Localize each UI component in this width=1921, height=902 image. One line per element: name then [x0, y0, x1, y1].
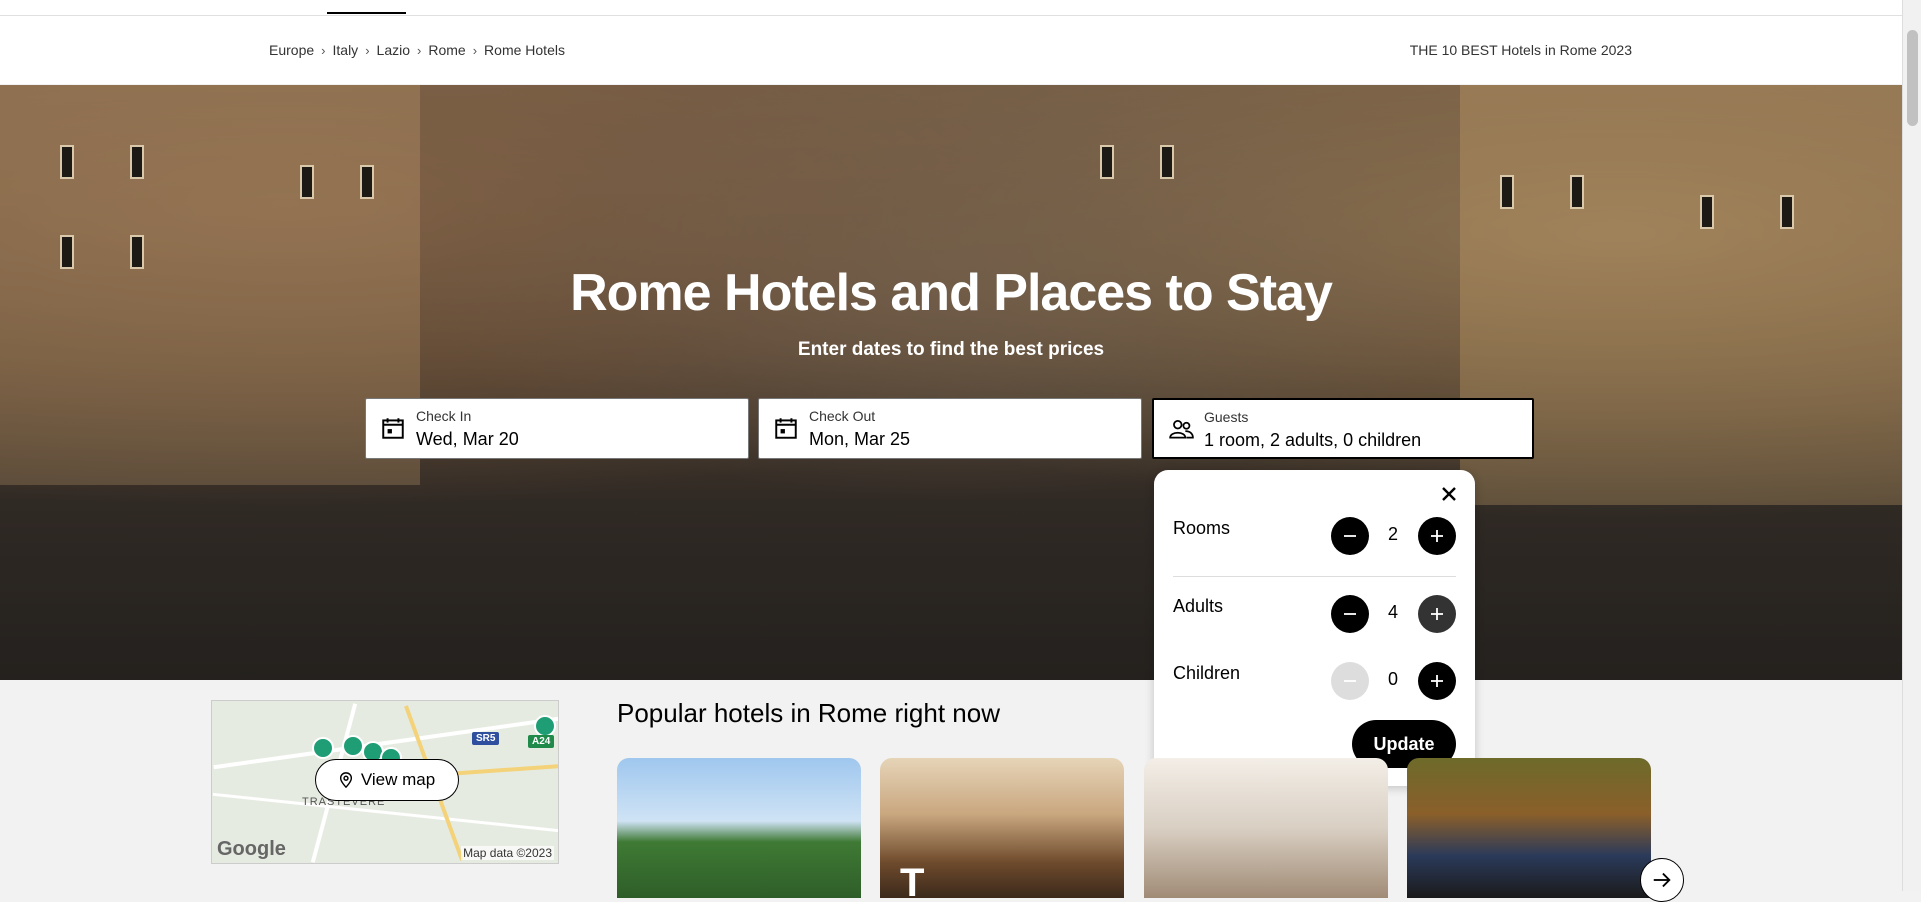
window [300, 165, 314, 199]
hotel-card[interactable]: T [880, 758, 1124, 898]
hotel-card[interactable] [1407, 758, 1651, 898]
plus-icon [1431, 675, 1443, 687]
adults-label: Adults [1173, 596, 1224, 616]
plus-icon [1431, 530, 1443, 542]
arrow-right-icon [1653, 872, 1671, 888]
breadcrumb-rome[interactable]: Rome [428, 42, 465, 58]
breadcrumb: Europe › Italy › Lazio › Rome › Rome Hot… [269, 42, 565, 58]
window [1570, 175, 1584, 209]
window [60, 145, 74, 179]
window [360, 165, 374, 199]
breadcrumb-rome-hotels: Rome Hotels [484, 42, 565, 58]
map-attribution: Map data ©2023 [461, 846, 554, 860]
breadcrumb-separator: › [321, 42, 326, 58]
hotel-map-pin [342, 735, 364, 757]
check-out-field[interactable]: Check Out Mon, Mar 25 [758, 398, 1142, 459]
breadcrumb-lazio[interactable]: Lazio [377, 42, 410, 58]
guests-label: Guests [1204, 409, 1249, 425]
window [130, 145, 144, 179]
close-icon[interactable] [1437, 482, 1461, 506]
hotel-map-pin [534, 715, 556, 737]
minus-icon [1344, 680, 1356, 682]
breadcrumb-separator: › [472, 42, 478, 58]
children-count: 0 [1387, 669, 1398, 689]
breadcrumb-separator: › [365, 42, 370, 58]
adults-increment-button[interactable] [1418, 595, 1456, 633]
map-preview[interactable]: SR5 A24 TRASTEVERE View map Google Map d… [211, 700, 559, 864]
children-row: Children 0 [1173, 656, 1456, 706]
divider [1173, 576, 1456, 577]
rooms-label: Rooms [1173, 518, 1231, 538]
road-tag: A24 [528, 735, 555, 748]
window [1700, 195, 1714, 229]
view-map-button[interactable]: View map [315, 759, 459, 801]
hero-subtitle: Enter dates to find the best prices [797, 339, 1105, 360]
window [1500, 175, 1514, 209]
window [1780, 195, 1794, 229]
rooms-decrement-button[interactable] [1331, 517, 1369, 555]
guests-value: 1 room, 2 adults, 0 children [1204, 430, 1422, 450]
hotel-card[interactable] [1144, 758, 1388, 898]
minus-icon [1344, 613, 1356, 615]
page-scrollbar[interactable] [1902, 0, 1921, 891]
breadcrumb-separator: › [417, 42, 422, 58]
check-in-label: Check In [416, 408, 472, 424]
guests-popup: Rooms 2 Adults 4 Children 0 Update [1154, 470, 1475, 786]
guests-field[interactable]: Guests 1 room, 2 adults, 0 children [1152, 398, 1534, 459]
card-overlay-text: T [900, 861, 925, 898]
check-in-value: Wed, Mar 20 [416, 429, 519, 449]
section-title: Popular hotels in Rome right now [617, 698, 1000, 728]
check-in-field[interactable]: Check In Wed, Mar 20 [365, 398, 749, 459]
carousel-next-button[interactable] [1640, 858, 1684, 902]
map-pin-icon [339, 772, 352, 788]
children-label: Children [1173, 663, 1241, 683]
adults-count: 4 [1387, 602, 1398, 622]
rooms-increment-button[interactable] [1418, 517, 1456, 555]
breadcrumb-italy[interactable]: Italy [333, 42, 359, 58]
check-out-label: Check Out [809, 408, 876, 424]
top-nav [0, 0, 1902, 16]
calendar-icon [382, 418, 404, 439]
window [1160, 145, 1174, 179]
breadcrumb-bar: Europe › Italy › Lazio › Rome › Rome Hot… [0, 16, 1902, 84]
children-decrement-button[interactable] [1331, 662, 1369, 700]
road-tag: SR5 [472, 732, 500, 745]
active-tab-indicator [327, 12, 406, 14]
rooms-count: 2 [1387, 524, 1398, 544]
breadcrumb-europe[interactable]: Europe [269, 42, 314, 58]
people-icon [1169, 420, 1194, 439]
adults-decrement-button[interactable] [1331, 595, 1369, 633]
plus-icon [1431, 608, 1443, 620]
adults-row: Adults 4 [1173, 589, 1456, 639]
rooms-row: Rooms 2 [1173, 511, 1456, 561]
hero-title: Rome Hotels and Places to Stay [570, 264, 1333, 322]
scrollbar-thumb[interactable] [1907, 30, 1918, 126]
children-increment-button[interactable] [1418, 662, 1456, 700]
hero-banner: Rome Hotels and Places to Stay Enter dat… [0, 85, 1902, 680]
hotel-map-pin [312, 737, 334, 759]
window [1100, 145, 1114, 179]
calendar-icon [775, 418, 797, 439]
view-map-label: View map [360, 770, 436, 789]
page-heading-seo: THE 10 BEST Hotels in Rome 2023 [1409, 42, 1632, 58]
check-out-value: Mon, Mar 25 [809, 429, 911, 449]
minus-icon [1344, 535, 1356, 537]
hotel-card[interactable] [617, 758, 861, 898]
google-logo: Google [217, 838, 286, 860]
